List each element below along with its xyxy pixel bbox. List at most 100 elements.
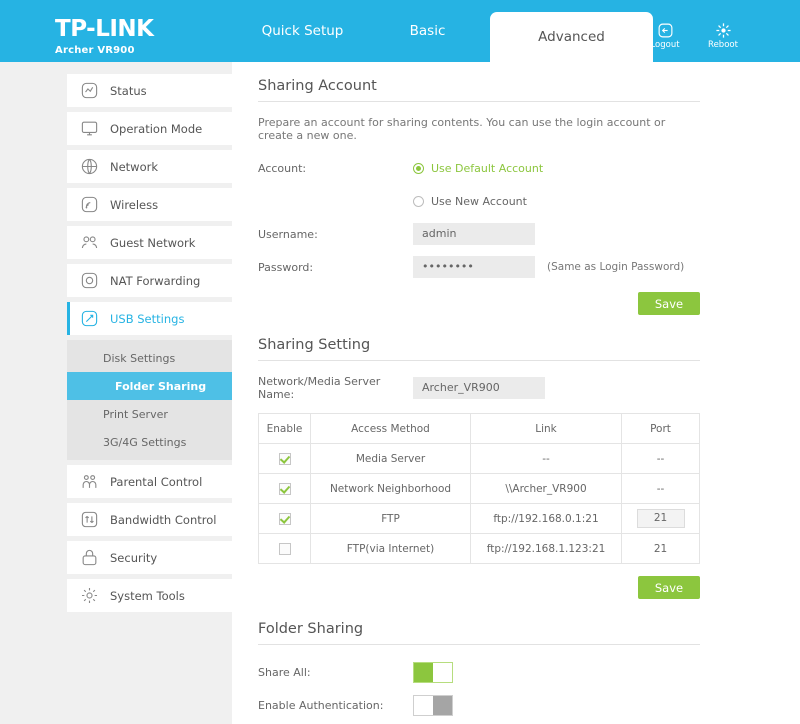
radio-label: Use Default Account (431, 161, 544, 175)
sidebar-item-usb-settings[interactable]: USB Settings (67, 302, 232, 335)
usb-settings-submenu: Disk Settings Folder Sharing Print Serve… (67, 340, 232, 460)
password-row: Password: (Same as Login Password) (258, 254, 700, 280)
toggle-knob (414, 662, 433, 682)
radio-icon (413, 162, 424, 174)
sidebar-item-bandwidth-control[interactable]: Bandwidth Control (67, 503, 232, 536)
sidebar-item-operation-mode[interactable]: Operation Mode (67, 112, 232, 145)
sidebar-subitem-print-server[interactable]: Print Server (67, 400, 232, 428)
toggle-share-all[interactable] (413, 661, 453, 683)
checkbox-ftp-via-internet[interactable] (278, 542, 291, 555)
save-button-sharing[interactable]: Save (638, 576, 700, 599)
sidebar-item-label: System Tools (110, 588, 185, 603)
sidebar-item-status[interactable]: Status (67, 74, 232, 107)
tab-basic[interactable]: Basic (365, 0, 490, 62)
table-row: Network Neighborhood \\Archer_VR900 -- (258, 473, 700, 504)
username-label: Username: (258, 227, 318, 241)
account-label: Account: (258, 161, 307, 175)
logout-button[interactable]: Logout (646, 22, 684, 50)
link-cell: \\Archer_VR900 (470, 473, 622, 504)
sidebar-subitem-folder-sharing[interactable]: Folder Sharing (67, 372, 232, 400)
sharing-setting-save-row: Save (258, 576, 700, 599)
sidebar-item-network[interactable]: Network (67, 150, 232, 183)
server-name-label: Network/Media Server Name: (258, 375, 381, 401)
port-cell: 21 (621, 533, 700, 564)
usb-icon (80, 309, 99, 328)
enable-cell (258, 443, 311, 474)
checkbox-media-server[interactable] (278, 452, 291, 465)
globe-icon (80, 157, 99, 176)
save-button-account[interactable]: Save (638, 292, 700, 315)
account-row: Account: Use Default Account (258, 155, 700, 181)
sidebar-item-guest-network[interactable]: Guest Network (67, 226, 232, 259)
reboot-button[interactable]: Reboot (704, 22, 742, 50)
server-name-row: Network/Media Server Name: (258, 375, 700, 401)
toggle-enable-authentication[interactable] (413, 694, 453, 716)
logout-label: Logout (650, 40, 680, 50)
radio-use-new-account[interactable]: Use New Account (413, 195, 527, 208)
server-name-input[interactable] (413, 377, 545, 399)
sidebar-item-nat-forwarding[interactable]: NAT Forwarding (67, 264, 232, 297)
logout-icon (658, 23, 672, 38)
sidebar-item-label: Bandwidth Control (110, 512, 217, 527)
sidebar-item-security[interactable]: Security (67, 541, 232, 574)
checkbox-network-neighborhood[interactable] (278, 482, 291, 495)
link-cell: ftp://192.168.1.123:21 (470, 533, 622, 564)
checkbox-ftp[interactable] (278, 512, 291, 525)
radio-icon (413, 195, 424, 207)
column-header-link: Link (470, 413, 622, 444)
sidebar-item-label: NAT Forwarding (110, 273, 201, 288)
radio-label: Use New Account (431, 194, 527, 208)
radio-use-default-account[interactable]: Use Default Account (413, 162, 543, 175)
sidebar-item-parental-control[interactable]: Parental Control (67, 465, 232, 498)
brand-name: TP-LINK (55, 16, 154, 42)
sidebar: Status Operation Mode Network Wireless G… (0, 62, 232, 724)
sidebar-item-system-tools[interactable]: System Tools (67, 579, 232, 612)
enable-auth-label: Enable Authentication: (258, 698, 384, 712)
lock-icon (80, 548, 99, 567)
method-cell: FTP(via Internet) (310, 533, 471, 564)
sidebar-item-label: Guest Network (110, 235, 196, 250)
folder-sharing-title: Folder Sharing (258, 621, 700, 645)
bandwidth-control-icon (80, 510, 99, 529)
sidebar-item-label: Status (110, 83, 147, 98)
sidebar-item-label: Parental Control (110, 474, 203, 489)
sidebar-subitem-3g4g-settings[interactable]: 3G/4G Settings (67, 428, 232, 456)
password-input[interactable] (413, 256, 535, 278)
status-icon (80, 81, 99, 100)
tab-advanced[interactable]: Advanced (490, 12, 653, 62)
sidebar-subitem-disk-settings[interactable]: Disk Settings (67, 344, 232, 372)
share-all-row: Share All: (258, 659, 700, 685)
enable-cell (258, 473, 311, 504)
app-header: TP-LINK Archer VR900 Quick Setup Basic A… (0, 0, 800, 62)
monitor-icon (80, 119, 99, 138)
ftp-port-input[interactable]: 21 (636, 509, 685, 528)
enable-auth-row: Enable Authentication: (258, 692, 700, 718)
sharing-setting-title: Sharing Setting (258, 337, 700, 361)
brand-logo: TP-LINK Archer VR900 (55, 16, 154, 56)
port-cell: -- (621, 473, 700, 504)
share-all-label: Share All: (258, 665, 311, 679)
table-row: Media Server -- -- (258, 443, 700, 474)
parental-control-icon (80, 472, 99, 491)
nat-forwarding-icon (80, 271, 99, 290)
sharing-account-save-row: Save (258, 292, 700, 315)
method-cell: Media Server (310, 443, 471, 474)
username-input[interactable] (413, 223, 535, 245)
tab-quick-setup[interactable]: Quick Setup (240, 0, 365, 62)
gear-icon (80, 586, 99, 605)
password-hint: (Same as Login Password) (547, 261, 685, 273)
sharing-account-title: Sharing Account (258, 78, 700, 102)
model-name: Archer VR900 (55, 45, 135, 56)
sidebar-item-label: Wireless (110, 197, 159, 212)
access-method-table: Enable Access Method Link Port Media Ser… (258, 413, 700, 564)
port-cell: -- (621, 443, 700, 474)
sidebar-item-wireless[interactable]: Wireless (67, 188, 232, 221)
column-header-port: Port (621, 413, 700, 444)
reboot-label: Reboot (708, 40, 738, 50)
wireless-icon (80, 195, 99, 214)
password-label: Password: (258, 260, 314, 274)
guest-network-icon (80, 233, 99, 252)
toggle-knob (433, 695, 452, 715)
sidebar-item-label: Operation Mode (110, 121, 203, 136)
sidebar-item-label: Network (110, 159, 159, 174)
